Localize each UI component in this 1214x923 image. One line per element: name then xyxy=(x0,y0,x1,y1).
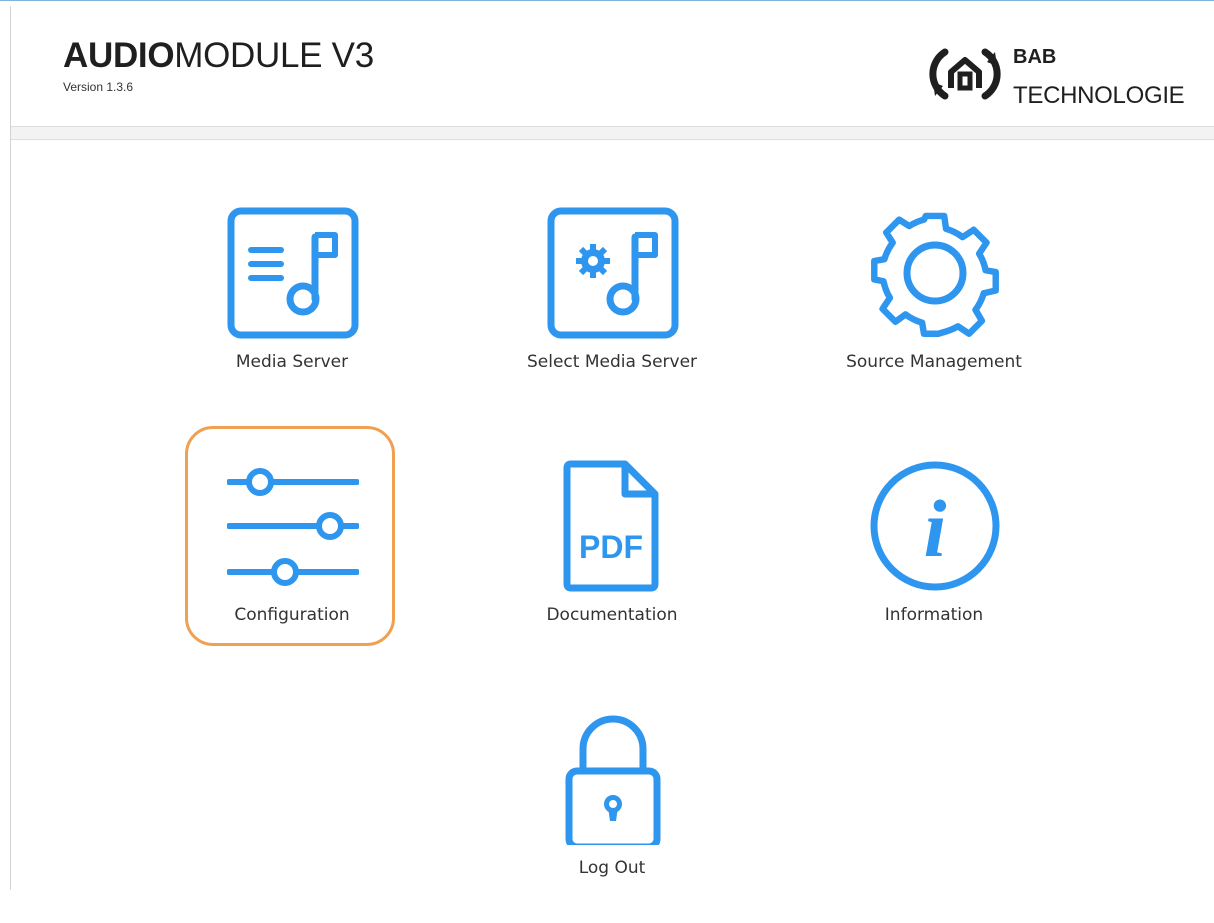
configuration-label: Configuration xyxy=(234,605,350,625)
brand-name-technologie: TECHNOLOGIE xyxy=(1013,82,1185,109)
documentation-label: Documentation xyxy=(546,605,678,625)
information-button[interactable]: i Information xyxy=(829,460,1039,670)
music-list-icon xyxy=(227,207,359,339)
select-media-server-button[interactable]: Select Media Server xyxy=(507,207,717,417)
brand-logo-group: BAB TECHNOLOGIE xyxy=(925,36,1205,109)
select-media-server-label: Select Media Server xyxy=(526,352,698,372)
log-out-button[interactable]: Log Out xyxy=(507,713,717,923)
source-management-button[interactable]: Source Management xyxy=(829,207,1039,417)
info-icon-letter: i xyxy=(924,483,947,574)
app-title-bold: AUDIO xyxy=(63,36,175,75)
bab-house-logo-icon xyxy=(929,48,1001,100)
media-server-button[interactable]: Media Server xyxy=(187,207,397,417)
configuration-button[interactable]: Configuration xyxy=(187,460,397,670)
app-title: AUDIOMODULE V3 xyxy=(63,36,374,76)
source-management-label: Source Management xyxy=(846,352,1022,372)
log-out-label: Log Out xyxy=(578,858,646,878)
app-header: AUDIOMODULE V3 Version 1.3.6 BAB TECHNOL… xyxy=(11,6,1214,127)
sliders-icon xyxy=(227,468,359,586)
header-separator-band xyxy=(11,127,1214,140)
information-label: Information xyxy=(884,605,984,625)
documentation-button[interactable]: PDF Documentation xyxy=(507,460,717,670)
window-top-accent xyxy=(0,0,1214,1)
app-title-light: MODULE V3 xyxy=(174,36,374,75)
pdf-icon-text: PDF xyxy=(579,529,643,565)
pdf-file-icon: PDF xyxy=(563,460,659,592)
music-gear-icon xyxy=(547,207,679,339)
lock-icon xyxy=(565,715,661,845)
media-server-label: Media Server xyxy=(235,352,349,372)
version-text: Version 1.3.6 xyxy=(63,80,134,94)
gear-icon xyxy=(871,212,999,337)
brand-name-bab: BAB xyxy=(1013,46,1057,68)
info-icon: i xyxy=(870,461,1000,591)
